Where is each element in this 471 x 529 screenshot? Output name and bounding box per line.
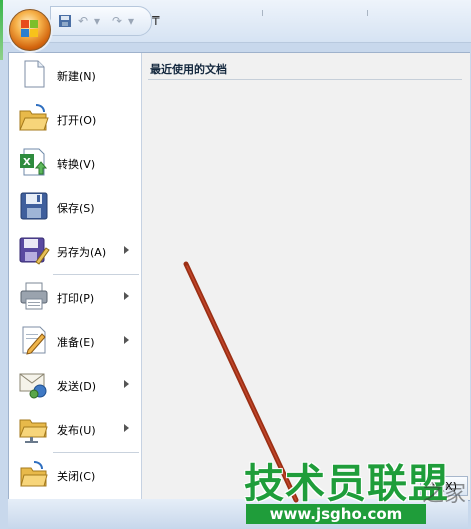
watermark-url: www.jsgho.com bbox=[246, 504, 426, 524]
site-watermark: 技术员联盟 之家 www.jsgho.com bbox=[244, 461, 466, 524]
annotation-arrow bbox=[183, 261, 299, 503]
watermark-title: 技术员联盟 bbox=[244, 461, 449, 507]
watermark-suffix: 之家 bbox=[422, 482, 467, 507]
